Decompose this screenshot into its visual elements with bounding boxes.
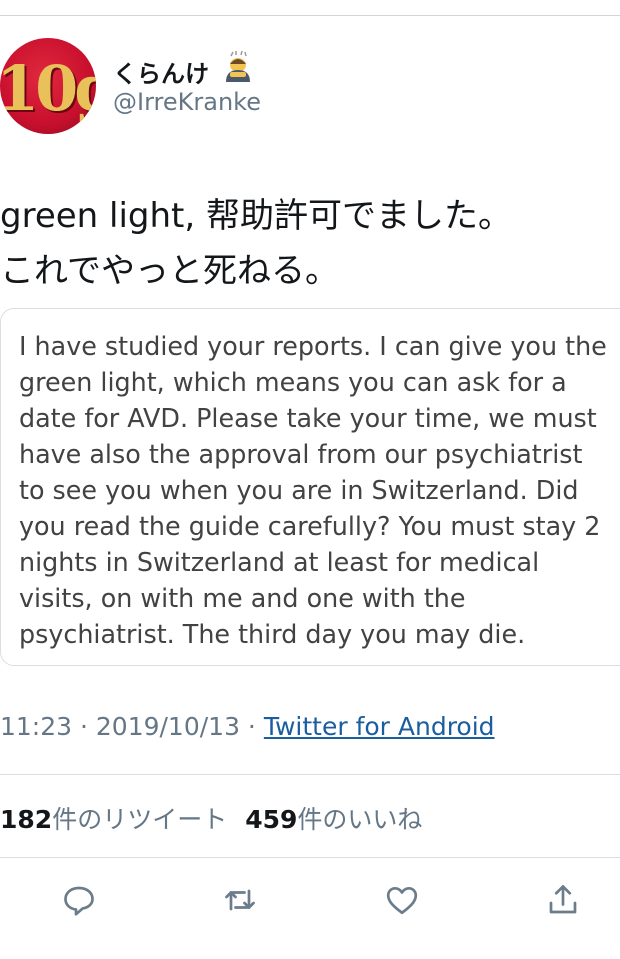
card-text-line: I have studied your reports. I can give … bbox=[19, 331, 607, 361]
avatar[interactable]: 10g bbox=[0, 38, 96, 134]
meta-separator: · bbox=[72, 712, 96, 741]
like-button[interactable] bbox=[382, 880, 422, 920]
attached-image-card[interactable]: I have studied your reports. I can give … bbox=[0, 308, 620, 666]
card-text-line: visits, on with me and one with the bbox=[19, 583, 466, 613]
card-text-line: nights in Switzerland at least for medic… bbox=[19, 547, 540, 577]
card-text-line: have also the approval from our psychiat… bbox=[19, 439, 583, 469]
tweet-source-link[interactable]: Twitter for Android bbox=[264, 712, 495, 741]
tweet-text-line: これでやっと死ねる。 bbox=[0, 251, 339, 291]
tweet-date: 2019/10/13 bbox=[95, 712, 240, 741]
meta-separator: · bbox=[239, 712, 264, 741]
like-count-label[interactable]: 件のいいね bbox=[297, 805, 422, 834]
tweet-text-line: green light, 帮助許可でました。 bbox=[0, 196, 512, 236]
retweet-button[interactable] bbox=[220, 880, 260, 920]
like-icon bbox=[386, 886, 418, 915]
person-bowing-icon bbox=[226, 50, 250, 82]
retweet-count[interactable]: 182 bbox=[0, 805, 52, 834]
card-text-line: date for AVD. Please take your time, we … bbox=[19, 403, 597, 433]
card-text-line: green light, which means you can ask for… bbox=[19, 367, 567, 397]
card-text-line: to see you when you are in Switzerland. … bbox=[19, 475, 579, 505]
card-text-line: psychiatrist. The third day you may die. bbox=[19, 619, 526, 649]
avatar-logo-text: 10g bbox=[0, 52, 96, 125]
retweet-icon bbox=[225, 889, 255, 911]
reply-button[interactable] bbox=[59, 880, 99, 920]
engagement-stats: 182件のリツイート 459件のいいね bbox=[0, 800, 422, 836]
tweet-meta: 11:23 · 2019/10/13 · Twitter for Android bbox=[0, 712, 495, 741]
share-icon bbox=[549, 885, 577, 914]
like-count[interactable]: 459 bbox=[245, 805, 297, 834]
retweet-count-label[interactable]: 件のリツイート bbox=[52, 805, 227, 834]
divider bbox=[0, 774, 620, 775]
share-button[interactable] bbox=[543, 880, 583, 920]
display-name[interactable]: くらんけ bbox=[113, 54, 209, 89]
user-handle[interactable]: @IrreKranke bbox=[113, 88, 261, 116]
top-divider bbox=[0, 15, 620, 16]
tweet-time: 11:23 bbox=[0, 712, 73, 741]
reply-icon bbox=[64, 886, 94, 916]
card-text-line: you read the guide carefully? You must s… bbox=[19, 511, 601, 541]
divider bbox=[0, 857, 620, 858]
